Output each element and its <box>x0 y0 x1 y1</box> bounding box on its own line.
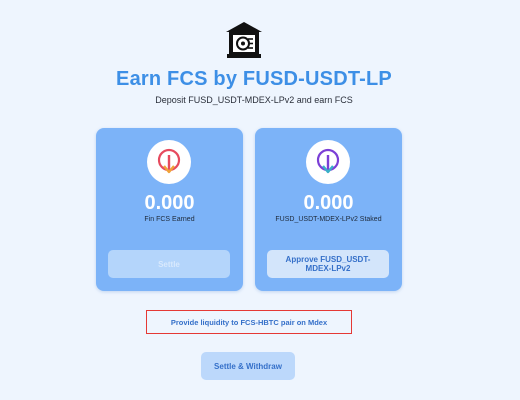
approve-button[interactable]: Approve FUSD_USDT-MDEX-LPv2 <box>267 250 389 278</box>
staked-amount: 0.000 <box>303 192 354 214</box>
earned-label: Fin FCS Earned <box>144 216 195 223</box>
earned-token-badge <box>147 140 191 184</box>
token-down-arrow-icon <box>316 148 340 174</box>
earned-amount: 0.000 <box>144 192 195 214</box>
earned-card: 0.000 Fin FCS Earned Settle <box>96 128 243 291</box>
provide-liquidity-link[interactable]: Provide liquidity to FCS-HBTC pair on Md… <box>146 310 352 334</box>
staked-label: FUSD_USDT-MDEX-LPv2 Staked <box>275 216 382 223</box>
staked-card: 0.000 FUSD_USDT-MDEX-LPv2 Staked Approve… <box>255 128 402 291</box>
settle-button[interactable]: Settle <box>108 250 230 278</box>
staked-token-badge <box>306 140 350 184</box>
bank-vault-icon <box>226 22 262 58</box>
page-subtitle: Deposit FUSD_USDT-MDEX-LPv2 and earn FCS <box>155 95 353 105</box>
token-down-arrow-icon <box>157 148 181 174</box>
page-title: Earn FCS by FUSD-USDT-LP <box>116 68 392 90</box>
settle-withdraw-button[interactable]: Settle & Withdraw <box>201 352 295 380</box>
